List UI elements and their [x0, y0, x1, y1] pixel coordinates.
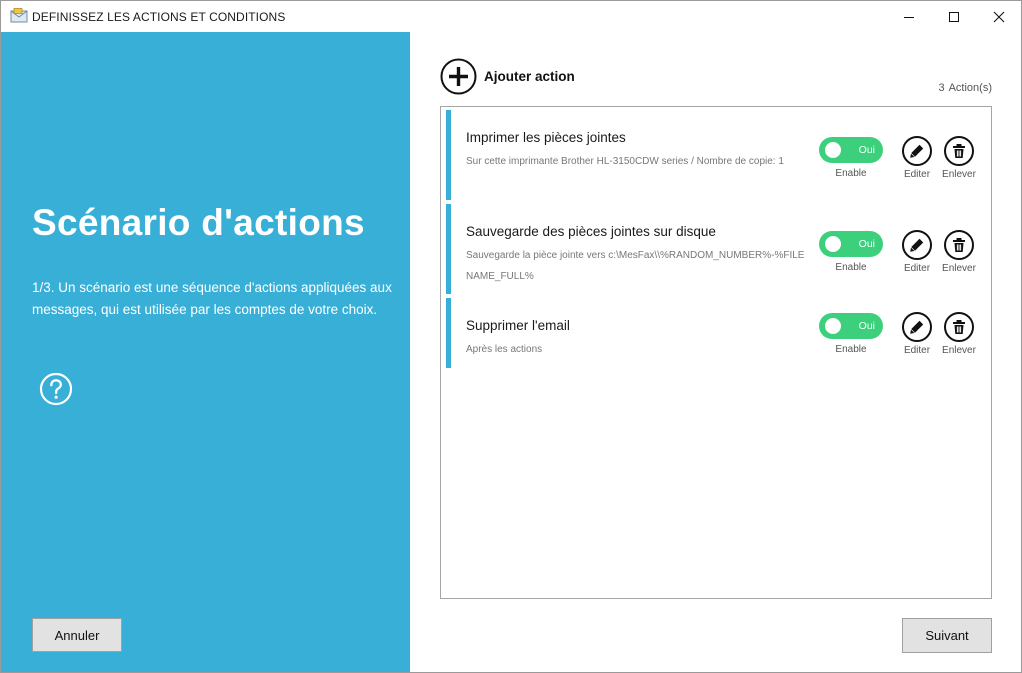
action-title: Imprimer les pièces jointes: [466, 130, 626, 145]
close-button[interactable]: [976, 1, 1021, 32]
enable-label: Enable: [835, 262, 867, 273]
trash-icon: [953, 238, 965, 252]
trash-icon: [953, 144, 965, 158]
envelope-app-icon: [10, 8, 28, 23]
enable-toggle[interactable]: Oui: [819, 313, 883, 339]
plus-circle-icon: [440, 58, 477, 95]
pencil-icon: [910, 320, 924, 334]
add-action-label: Ajouter action: [484, 69, 575, 84]
list-item[interactable]: Supprimer l'email Après les actions Oui …: [446, 298, 986, 368]
page-title: Scénario d'actions: [32, 202, 365, 243]
edit-label: Editer: [903, 169, 931, 180]
action-accent-bar: [446, 204, 451, 294]
action-subtitle: Sur cette imprimante Brother HL-3150CDW …: [466, 156, 784, 167]
enable-label: Enable: [835, 168, 867, 179]
enable-toggle[interactable]: Oui: [819, 137, 883, 163]
action-title: Supprimer l'email: [466, 318, 570, 333]
toggle-label: Oui: [858, 144, 875, 156]
add-action-button[interactable]: Ajouter action: [440, 58, 575, 95]
toggle-label: Oui: [858, 320, 875, 332]
edit-label: Editer: [903, 263, 931, 274]
edit-button[interactable]: [902, 230, 932, 260]
toggle-knob: [825, 318, 841, 334]
action-accent-bar: [446, 298, 451, 368]
question-circle-icon[interactable]: [39, 372, 73, 406]
toggle-knob: [825, 142, 841, 158]
pencil-icon: [910, 238, 924, 252]
action-subtitle: Sauvegarde la pièce jointe vers c:\MesFa…: [466, 250, 805, 282]
maximize-icon: [949, 11, 959, 22]
left-info-panel: Scénario d'actions 1/3. Un scénario est …: [1, 32, 410, 672]
title-bar: DEFINISSEZ LES ACTIONS ET CONDITIONS: [1, 1, 1021, 32]
remove-button[interactable]: [944, 136, 974, 166]
remove-button[interactable]: [944, 230, 974, 260]
dialog-window: DEFINISSEZ LES ACTIONS ET CONDITIONS Scé…: [0, 0, 1022, 673]
remove-button[interactable]: [944, 312, 974, 342]
edit-button[interactable]: [902, 312, 932, 342]
action-count-unit: Action(s): [948, 82, 992, 94]
cancel-button[interactable]: Annuler: [32, 618, 122, 652]
scenario-description: 1/3. Un scénario est une séquence d'acti…: [32, 280, 392, 317]
action-accent-bar: [446, 110, 451, 200]
actions-list: Imprimer les pièces jointes Sur cette im…: [440, 106, 992, 599]
edit-button[interactable]: [902, 136, 932, 166]
minimize-icon: [904, 16, 914, 18]
remove-label: Enlever: [942, 169, 976, 180]
close-icon: [993, 11, 1005, 22]
action-count-value: 3: [938, 82, 945, 94]
list-item[interactable]: Imprimer les pièces jointes Sur cette im…: [446, 110, 986, 200]
maximize-button[interactable]: [931, 1, 977, 32]
action-title: Sauvegarde des pièces jointes sur disque: [466, 224, 716, 239]
action-count: 3 Action(s): [901, 82, 992, 94]
edit-label: Editer: [903, 345, 931, 356]
remove-label: Enlever: [942, 345, 976, 356]
toggle-knob: [825, 236, 841, 252]
trash-icon: [953, 320, 965, 334]
next-button[interactable]: Suivant: [902, 618, 992, 653]
action-subtitle: Après les actions: [466, 344, 543, 355]
window-title: DEFINISSEZ LES ACTIONS ET CONDITIONS: [32, 10, 286, 24]
remove-label: Enlever: [942, 263, 976, 274]
enable-toggle[interactable]: Oui: [819, 231, 883, 257]
list-item[interactable]: Sauvegarde des pièces jointes sur disque…: [446, 204, 986, 294]
pencil-icon: [910, 144, 924, 158]
enable-label: Enable: [835, 344, 867, 355]
minimize-button[interactable]: [886, 1, 932, 32]
toggle-label: Oui: [858, 238, 875, 250]
